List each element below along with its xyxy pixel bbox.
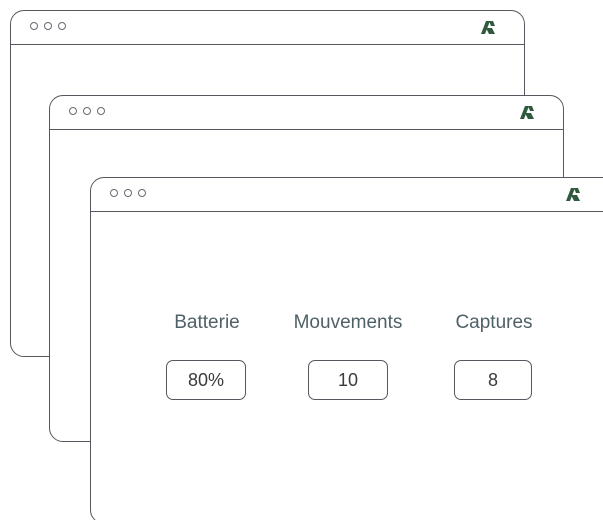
- title-bar: [91, 178, 603, 212]
- window-controls: [110, 189, 146, 197]
- movements-label: Mouvements: [293, 312, 403, 333]
- brand-logo-icon: [520, 106, 534, 119]
- window-control-dot[interactable]: [83, 107, 91, 115]
- window-control-dot[interactable]: [58, 22, 66, 30]
- window-controls: [30, 22, 66, 30]
- window-control-dot[interactable]: [124, 189, 132, 197]
- captures-value: 8: [454, 360, 532, 400]
- brand-logo-icon: [566, 188, 580, 201]
- window-control-dot[interactable]: [69, 107, 77, 115]
- window-controls: [69, 107, 105, 115]
- title-bar: [50, 96, 563, 130]
- front-window: Batterie 80% Mouvements 10 Captures 8: [90, 177, 603, 520]
- battery-label: Batterie: [174, 312, 240, 333]
- brand-logo-icon: [481, 21, 495, 34]
- movements-value: 10: [308, 360, 388, 400]
- window-control-dot[interactable]: [138, 189, 146, 197]
- captures-label: Captures: [455, 312, 533, 333]
- title-bar: [11, 11, 524, 45]
- battery-value: 80%: [166, 360, 246, 400]
- window-control-dot[interactable]: [110, 189, 118, 197]
- window-control-dot[interactable]: [30, 22, 38, 30]
- window-control-dot[interactable]: [44, 22, 52, 30]
- window-control-dot[interactable]: [97, 107, 105, 115]
